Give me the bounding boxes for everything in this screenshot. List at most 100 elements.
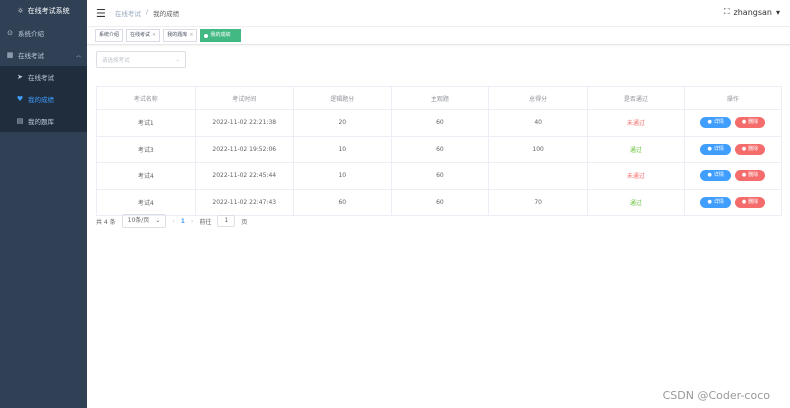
cell-exam-time: 2022-11-02 22:45:44	[195, 162, 294, 190]
detail-button[interactable]: ● 详情	[700, 117, 731, 129]
cell-exam-name: 考试4	[96, 189, 196, 216]
breadcrumb: 在线考试 / 我的成绩	[115, 8, 179, 18]
pagination: 共 4 条 10条/页 ⌄ ‹ 1 › 前往 1 页	[96, 214, 247, 228]
goto-label: 前往	[199, 218, 212, 226]
cell-total-score	[488, 162, 589, 190]
page-size-value: 10条/页	[127, 217, 150, 224]
sidebar-item-label: 我的题库	[28, 118, 54, 126]
cell-actions: ● 详情 ● 删除	[684, 109, 783, 137]
sidebar-item-my-questions[interactable]: ▤ 我的题库	[0, 110, 87, 132]
book-icon: ▤	[16, 117, 24, 125]
delete-button[interactable]: ● 删除	[734, 117, 766, 129]
delete-button[interactable]: ● 删除	[734, 170, 766, 182]
cell-logic-score: 10	[293, 162, 392, 190]
app-title[interactable]: ☼ 在线考试系统	[0, 0, 87, 22]
detail-label: 详情	[713, 172, 724, 179]
cell-subjective-score: 60	[391, 109, 490, 137]
page-number-current[interactable]: 1	[181, 218, 185, 225]
column-header: 逻辑题分	[293, 86, 392, 110]
table-row: 考试1 2022-11-02 22:21:38 20 60 40 未通过 ● 详情…	[96, 109, 783, 137]
sidebar-item-online-exam[interactable]: ➤ 在线考试	[0, 66, 87, 88]
chevron-down-icon: ⌄	[155, 217, 161, 224]
username: zhangsan	[733, 7, 772, 17]
detail-label: 详情	[713, 145, 724, 152]
detail-icon: ●	[707, 119, 712, 126]
breadcrumb-separator: /	[145, 8, 149, 16]
close-icon[interactable]: ×	[189, 30, 193, 41]
user-menu[interactable]: ⛶ zhangsan ▾	[724, 7, 780, 17]
prev-page-icon[interactable]: ‹	[172, 218, 174, 225]
sidebar-item-label: 我的成绩	[28, 96, 54, 104]
cell-logic-score: 60	[293, 189, 392, 216]
detail-icon: ●	[707, 145, 712, 152]
delete-label: 删除	[748, 119, 759, 126]
delete-label: 删除	[748, 172, 759, 179]
breadcrumb-item[interactable]: 在线考试	[115, 8, 141, 18]
tags-view: 系统介绍 在线考试 × 我的题库 × 我的成绩	[87, 27, 790, 45]
cell-total-score: 100	[488, 136, 589, 163]
delete-icon: ●	[741, 145, 747, 152]
cell-exam-name: 考试1	[96, 109, 196, 137]
cell-pass-status: 通过	[587, 136, 685, 163]
watermark: CSDN @Coder-coco	[662, 389, 770, 402]
sidebar-item-my-scores[interactable]: ♥ 我的成绩	[0, 88, 87, 110]
column-header: 是否通过	[587, 86, 685, 110]
detail-button[interactable]: ● 详情	[700, 196, 731, 208]
table-row: 考试3 2022-11-02 19:52:06 10 60 100 通过 ● 详情…	[96, 136, 783, 163]
cell-exam-name: 考试4	[96, 162, 196, 190]
tag-online-exam[interactable]: 在线考试 ×	[126, 29, 161, 42]
tag-label: 系统介绍	[99, 32, 120, 38]
breadcrumb-current: 我的成绩	[153, 10, 180, 18]
scores-table: 考试名称 考试时间 逻辑题分 主观题 总得分 是否通过 操作 考试1 2022-…	[96, 86, 783, 216]
chevron-down-icon: ⌄	[175, 56, 180, 63]
delete-icon: ●	[741, 119, 747, 126]
pagination-total: 共 4 条	[96, 218, 116, 226]
app-title-text: 在线考试系统	[27, 7, 70, 15]
tag-my-questions[interactable]: 我的题库 ×	[163, 29, 198, 42]
active-dot-icon	[204, 33, 209, 38]
column-header: 总得分	[488, 86, 589, 110]
delete-icon: ●	[741, 198, 747, 205]
tag-label: 在线考试	[130, 32, 151, 38]
detail-button[interactable]: ● 详情	[700, 143, 731, 155]
logo-icon: ☼	[17, 7, 24, 15]
sidebar-item-online-exam-group[interactable]: ▦ 在线考试 ︿	[0, 44, 87, 66]
cell-subjective-score: 60	[391, 162, 490, 190]
next-page-icon[interactable]: ›	[191, 218, 193, 225]
fullscreen-icon[interactable]: ⛶	[724, 7, 730, 17]
send-icon: ➤	[17, 73, 23, 81]
delete-icon: ●	[741, 172, 747, 179]
column-header: 主观题	[391, 86, 490, 110]
grid-icon: ▦	[6, 51, 14, 59]
detail-icon: ●	[707, 172, 712, 179]
tag-my-scores[interactable]: 我的成绩	[200, 29, 242, 42]
cell-logic-score: 10	[293, 136, 392, 163]
delete-button[interactable]: ● 删除	[734, 196, 766, 208]
cell-pass-status: 未通过	[587, 162, 685, 190]
trophy-icon: ♥	[16, 95, 24, 103]
delete-label: 删除	[748, 198, 759, 205]
hamburger-icon[interactable]: ☰	[96, 7, 106, 20]
delete-button[interactable]: ● 删除	[734, 143, 766, 155]
tag-intro[interactable]: 系统介绍	[95, 29, 124, 42]
close-icon[interactable]: ×	[152, 30, 156, 41]
cell-total-score: 70	[488, 189, 589, 216]
header: ☰ 在线考试 / 我的成绩 ⛶ zhangsan ▾	[87, 0, 790, 27]
detail-label: 详情	[713, 198, 724, 205]
table-row: 考试4 2022-11-02 22:45:44 10 60 未通过 ● 详情 ● 删除	[96, 162, 783, 190]
column-header: 考试时间	[195, 86, 294, 110]
tag-label: 我的成绩	[210, 32, 231, 38]
column-header: 考试名称	[96, 86, 196, 110]
sidebar: ☼ 在线考试系统 ⊙ 系统介绍 ▦ 在线考试 ︿ ➤ 在线考试 ♥ 我的成绩 ▤…	[0, 0, 87, 408]
sidebar-item-intro[interactable]: ⊙ 系统介绍	[0, 22, 87, 44]
cell-actions: ● 详情 ● 删除	[684, 162, 783, 190]
cell-exam-time: 2022-11-02 19:52:06	[195, 136, 294, 163]
tag-label: 我的题库	[167, 32, 188, 38]
cell-actions: ● 详情 ● 删除	[684, 136, 783, 163]
page-size-select[interactable]: 10条/页 ⌄	[121, 214, 167, 228]
goto-page-input[interactable]: 1	[217, 215, 236, 227]
exam-select[interactable]: 请选择考试 ⌄	[96, 51, 186, 68]
cell-subjective-score: 60	[391, 136, 490, 163]
detail-label: 详情	[713, 119, 724, 126]
detail-button[interactable]: ● 详情	[700, 170, 731, 182]
